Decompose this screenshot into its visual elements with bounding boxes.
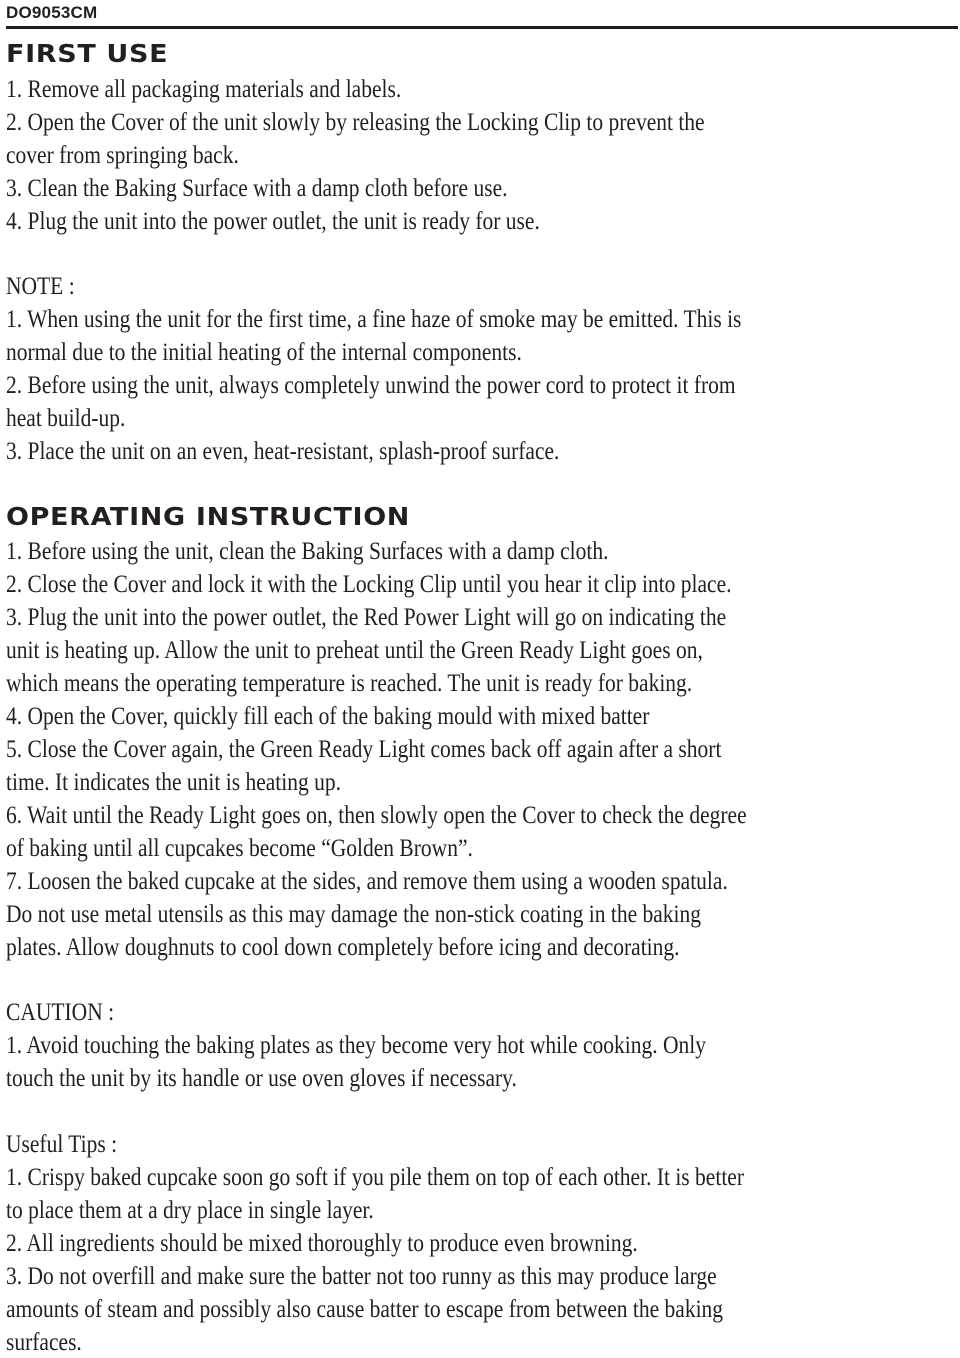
useful-tips-label: Useful Tips : <box>6 1131 118 1158</box>
heading-operating-instruction: Operating Instruction <box>6 502 411 531</box>
note-line: heat build-up. <box>6 405 126 432</box>
operating-line: plates. Allow doughnuts to cool down com… <box>6 934 680 961</box>
useful-tips-line: 3. Do not overfill and make sure the bat… <box>6 1263 717 1290</box>
note-line: 3. Place the unit on an even, heat-resis… <box>6 438 560 465</box>
caution-line: touch the unit by its handle or use oven… <box>6 1065 517 1092</box>
operating-line: Do not use metal utensils as this may da… <box>6 901 702 928</box>
operating-line: 4. Open the Cover, quickly fill each of … <box>6 703 650 730</box>
operating-line: 3. Plug the unit into the power outlet, … <box>6 604 727 631</box>
useful-tips-line: to place them at a dry place in single l… <box>6 1197 374 1224</box>
first-use-line: 2. Open the Cover of the unit slowly by … <box>6 109 705 136</box>
heading-first-use: First Use <box>6 39 169 68</box>
useful-tips-line: surfaces. <box>6 1329 82 1356</box>
caution-label: CAUTION : <box>6 999 115 1026</box>
first-use-line: 1. Remove all packaging materials and la… <box>6 76 402 103</box>
useful-tips-line: 2. All ingredients should be mixed thoro… <box>6 1230 638 1257</box>
operating-line: 1. Before using the unit, clean the Baki… <box>6 538 609 565</box>
operating-line: which means the operating temperature is… <box>6 670 693 697</box>
operating-line: 5. Close the Cover again, the Green Read… <box>6 736 722 763</box>
operating-line: 2. Close the Cover and lock it with the … <box>6 571 732 598</box>
operating-line: unit is heating up. Allow the unit to pr… <box>6 637 703 664</box>
first-use-line: cover from springing back. <box>6 142 239 169</box>
first-use-line: 4. Plug the unit into the power outlet, … <box>6 208 540 235</box>
header-rule <box>6 26 958 29</box>
operating-line: 6. Wait until the Ready Light goes on, t… <box>6 802 747 829</box>
model-code: DO9053CM <box>6 3 98 22</box>
useful-tips-line: amounts of steam and possibly also cause… <box>6 1296 724 1323</box>
useful-tips-line: 1. Crispy baked cupcake soon go soft if … <box>6 1164 745 1191</box>
note-label: NOTE : <box>6 273 75 300</box>
operating-line: of baking until all cupcakes become “Gol… <box>6 835 473 862</box>
note-line: 1. When using the unit for the first tim… <box>6 306 742 333</box>
operating-line: 7. Loosen the baked cupcake at the sides… <box>6 868 728 895</box>
note-line: 2. Before using the unit, always complet… <box>6 372 736 399</box>
operating-line: time. It indicates the unit is heating u… <box>6 769 341 796</box>
first-use-line: 3. Clean the Baking Surface with a damp … <box>6 175 508 202</box>
caution-line: 1. Avoid touching the baking plates as t… <box>6 1032 706 1059</box>
note-line: normal due to the initial heating of the… <box>6 339 522 366</box>
